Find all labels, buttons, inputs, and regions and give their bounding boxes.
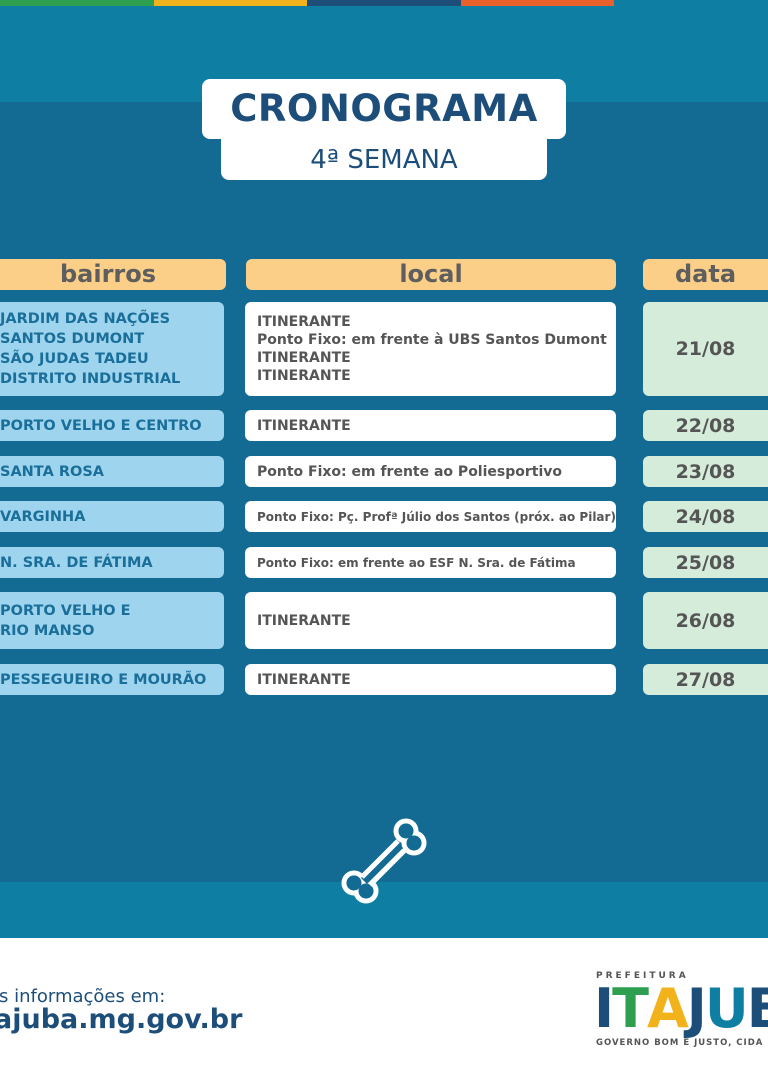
local-line: Ponto Fixo: em frente ao Poliesportivo: [257, 463, 563, 480]
logo-letter: U: [704, 977, 749, 1040]
bairro-line: RIO MANSO: [0, 622, 95, 639]
table-row-local: Ponto Fixo: em frente ao ESF N. Sra. de …: [245, 547, 616, 578]
bairro-line: N. SRA. DE FÁTIMA: [0, 554, 153, 571]
logo-letter: I: [594, 977, 614, 1040]
bairro-line: PORTO VELHO E: [0, 602, 131, 619]
logo-letter: A: [646, 977, 689, 1040]
logo-letter: J: [686, 977, 707, 1040]
table-row-bairros: JARDIM DAS NAÇÕES SANTOS DUMONT SÃO JUDA…: [0, 302, 224, 396]
table-row-data: 23/08: [643, 456, 768, 487]
table-row-data: 21/08: [643, 302, 768, 396]
table-row-local: Ponto Fixo: em frente ao Poliesportivo: [245, 456, 616, 487]
logo-letter: T: [612, 977, 649, 1040]
bairro-line: PESSEGUEIRO E MOURÃO: [0, 671, 207, 688]
column-header-bairros: bairros: [0, 259, 226, 290]
table-row-bairros: VARGINHA: [0, 501, 224, 532]
local-line: ITINERANTE: [257, 417, 351, 434]
background-main: [0, 102, 768, 882]
bairro-line: DISTRITO INDUSTRIAL: [0, 371, 181, 387]
bairro-line: PORTO VELHO E CENTRO: [0, 417, 202, 434]
table-row-data: 24/08: [643, 501, 768, 532]
logo-tagline: GOVERNO BOM E JUSTO, CIDA: [596, 1038, 764, 1048]
table-row-data: 25/08: [643, 547, 768, 578]
local-line: ITINERANTE: [257, 314, 351, 330]
logo-letter: B: [746, 977, 768, 1040]
table-row-data: 27/08: [643, 664, 768, 695]
table-row-data: 22/08: [643, 410, 768, 441]
bairro-line: SANTA ROSA: [0, 463, 104, 480]
table-row-bairros: PORTO VELHO E CENTRO: [0, 410, 224, 441]
table-row-bairros: PORTO VELHO E RIO MANSO: [0, 592, 224, 649]
table-row-local: Ponto Fixo: Pç. Profª Júlio dos Santos (…: [245, 501, 616, 532]
bairro-line: JARDIM DAS NAÇÕES: [0, 311, 171, 327]
bairro-line: SÃO JUDAS TADEU: [0, 351, 149, 367]
column-header-data: data: [643, 259, 768, 290]
local-line: Ponto Fixo: em frente à UBS Santos Dumon…: [257, 332, 607, 348]
table-row-bairros: N. SRA. DE FÁTIMA: [0, 547, 224, 578]
local-line: Ponto Fixo: Pç. Profª Júlio dos Santos (…: [257, 509, 616, 524]
local-line: ITINERANTE: [257, 368, 351, 384]
table-row-bairros: PESSEGUEIRO E MOURÃO: [0, 664, 224, 695]
bairro-line: VARGINHA: [0, 508, 86, 525]
local-line: ITINERANTE: [257, 350, 351, 366]
page-title: CRONOGRAMA: [202, 79, 566, 139]
local-line: ITINERANTE: [257, 671, 351, 688]
table-row-local: ITINERANTE: [245, 664, 616, 695]
table-row-local: ITINERANTE: [245, 592, 616, 649]
footer-url-link[interactable]: ajuba.mg.gov.br: [0, 1004, 242, 1035]
table-row-data: 26/08: [643, 592, 768, 649]
table-row-local: ITINERANTE Ponto Fixo: em frente à UBS S…: [245, 302, 616, 396]
logo-itajuba: ITAJUB: [594, 979, 768, 1039]
local-line: Ponto Fixo: em frente ao ESF N. Sra. de …: [257, 555, 576, 570]
column-header-local: local: [246, 259, 616, 290]
table-row-local: ITINERANTE: [245, 410, 616, 441]
local-line: ITINERANTE: [257, 612, 351, 629]
table-row-bairros: SANTA ROSA: [0, 456, 224, 487]
bairro-line: SANTOS DUMONT: [0, 331, 145, 347]
page-subtitle: 4ª SEMANA: [221, 138, 547, 180]
bone-icon: [341, 818, 427, 904]
